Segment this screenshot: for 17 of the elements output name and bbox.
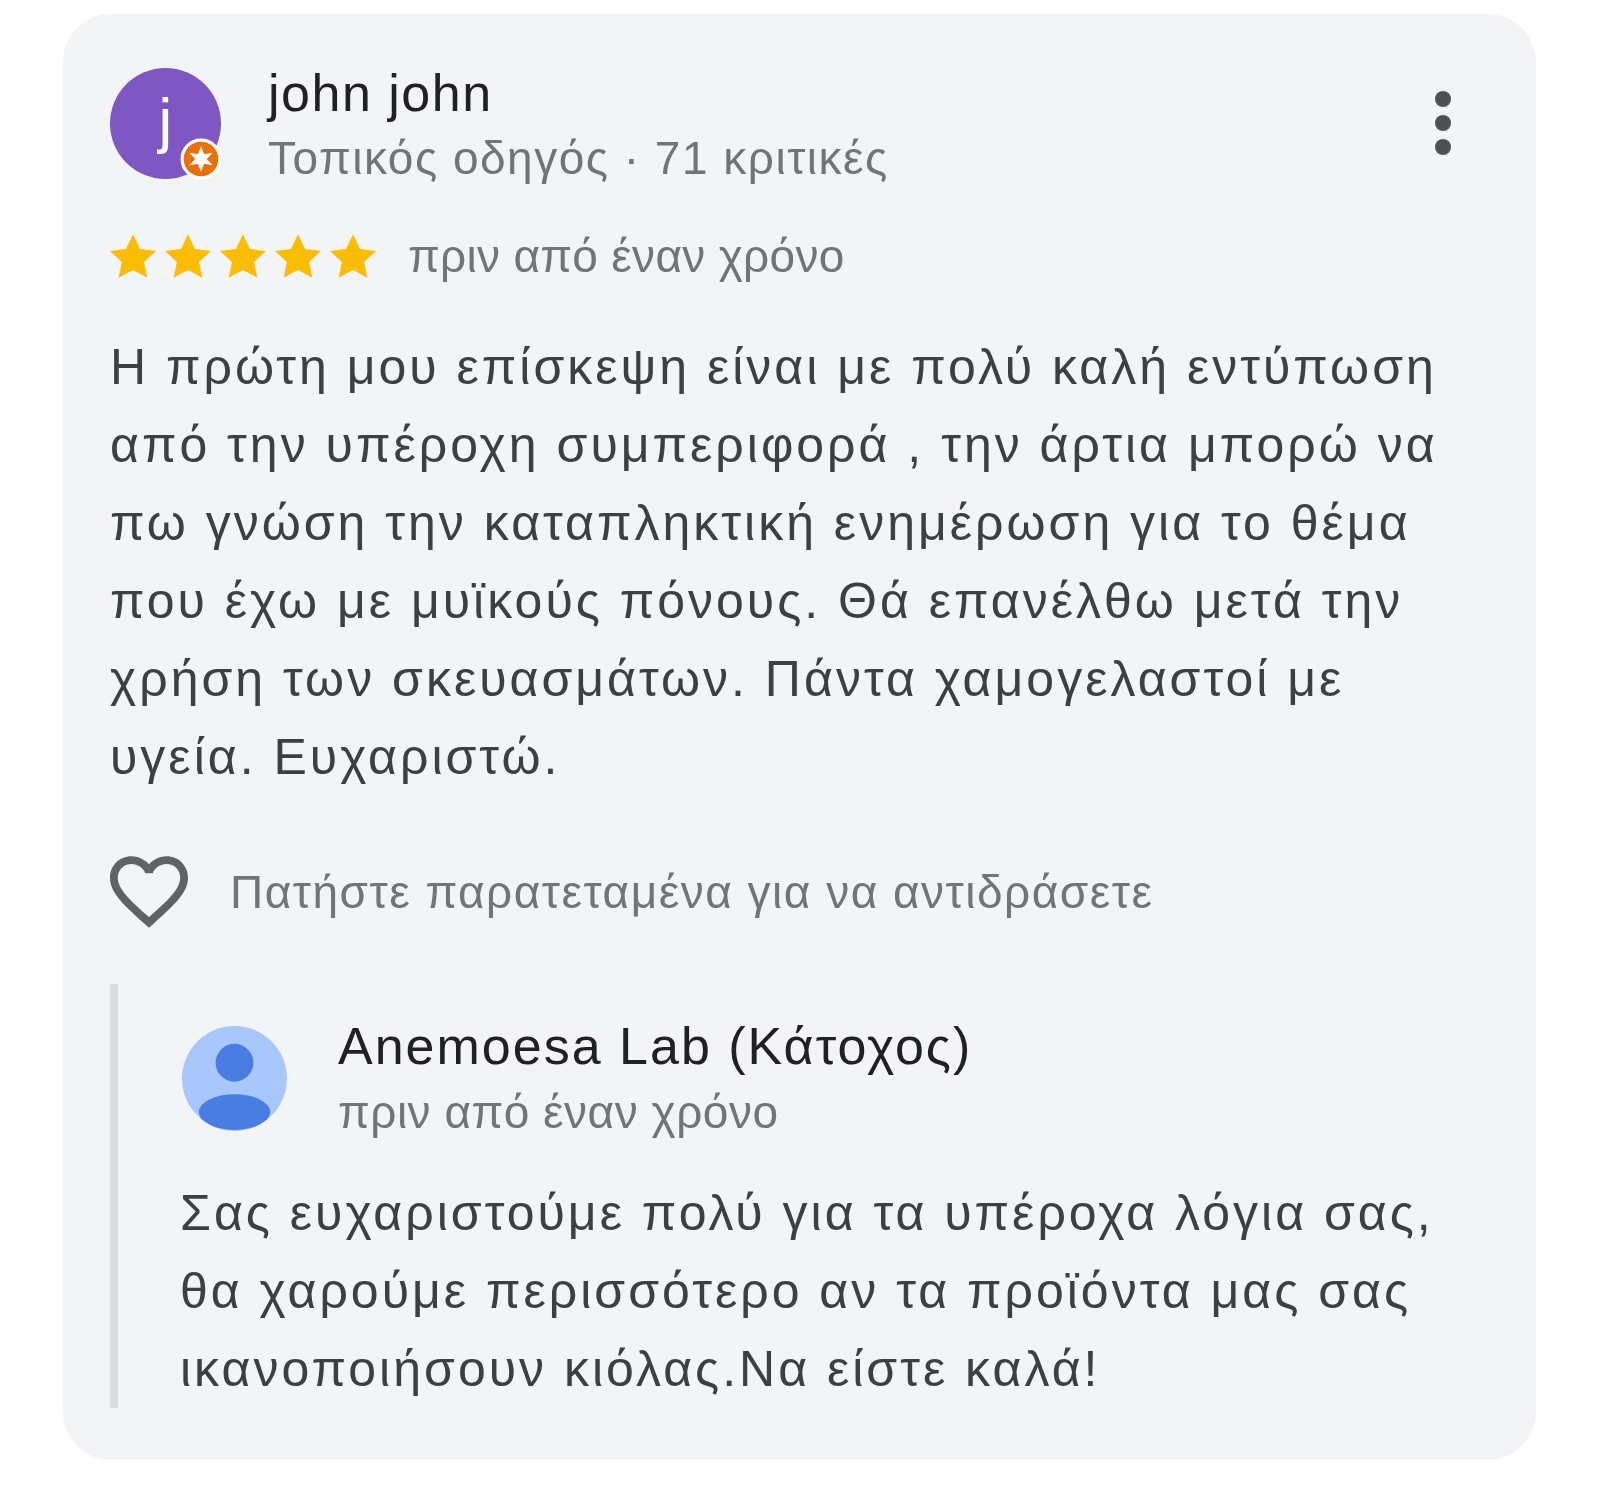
reaction-hint: Πατήστε παρατεταμένα για να αντιδράσετε bbox=[230, 865, 1154, 919]
review-text: Η πρώτη μου επίσκεψη είναι με πολύ καλή εντύπωση από την υπέροχη συμπεριφορά , την άρτια μπορώ να πω γνώση την καταπληκτική ενημέρωση για το θέμα που έχω με μυϊκούς πόνους. Θά επανέλθω μετά την χρήση των σκευασμάτων. Πάντα χαμογελαστοί με υγεία. Ευχαριστώ. bbox=[110, 338, 1439, 787]
author-meta: Τοπικός οδηγός · 71 κριτικές bbox=[268, 131, 889, 186]
star-icon bbox=[220, 234, 266, 278]
author-name[interactable]: john john bbox=[268, 60, 889, 126]
person-avatar-icon bbox=[182, 1025, 287, 1131]
star-icon bbox=[165, 234, 211, 278]
star-badge-icon bbox=[180, 138, 222, 180]
owner-name: Anemoesa Lab (Κάτοχος) bbox=[338, 1016, 973, 1077]
star-icon bbox=[330, 234, 376, 278]
star-icon bbox=[275, 234, 321, 278]
reply-text: Σας ευχαριστούμε πολύ για τα υπέροχα λόγια σας, θα χαρούμε περισσότερο αν τα προϊόντα μας σας ικανοποιήσουν κιόλας.Να είστε καλά! bbox=[180, 1184, 1435, 1399]
more-options-icon[interactable] bbox=[1435, 91, 1451, 155]
review-time: πριν από έναν χρόνο bbox=[408, 229, 845, 283]
reply-time: πριν από έναν χρόνο bbox=[338, 1085, 780, 1140]
star-icon bbox=[110, 234, 156, 278]
heart-icon[interactable] bbox=[110, 856, 188, 928]
